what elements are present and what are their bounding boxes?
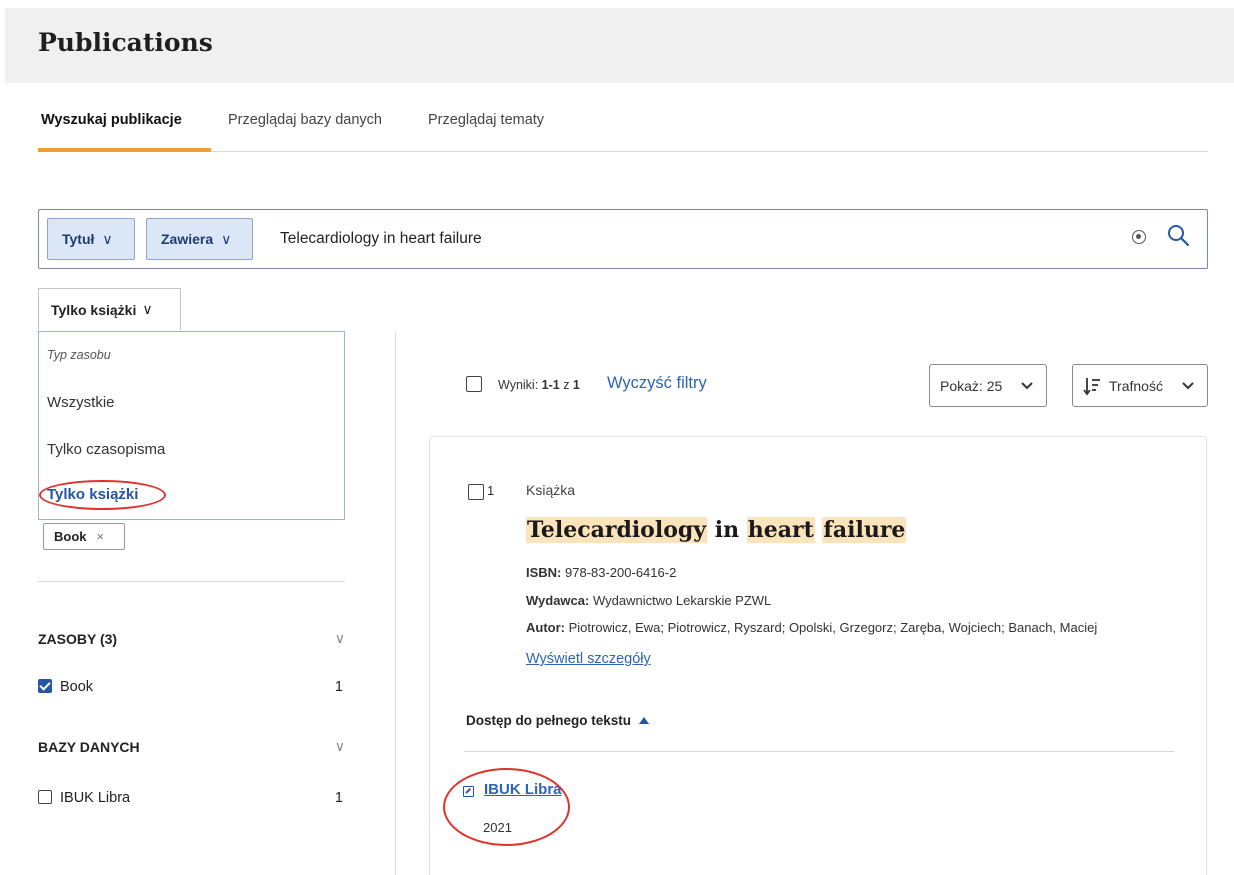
search-operator-label: Zawiera bbox=[161, 231, 214, 247]
page-size-select[interactable]: Pokaż: 25 bbox=[929, 364, 1047, 407]
clear-search-icon[interactable] bbox=[1132, 230, 1146, 244]
clear-filters-link[interactable]: Wyczyść filtry bbox=[607, 374, 707, 393]
search-icon[interactable] bbox=[1166, 223, 1190, 247]
tab-search-publications[interactable]: Wyszukaj publikacje bbox=[41, 112, 182, 128]
tab-browse-databases[interactable]: Przeglądaj bazy danych bbox=[228, 112, 382, 128]
facet-item-ibuk-libra[interactable]: IBUK Libra 1 bbox=[38, 790, 345, 806]
tab-bar: Wyszukaj publikacje Przeglądaj bazy dany… bbox=[38, 108, 1208, 152]
search-field-select[interactable]: Tytuł ∨ bbox=[47, 218, 135, 260]
facet-item-label: Book bbox=[60, 679, 94, 695]
option-journals-only[interactable]: Tylko czasopisma bbox=[47, 441, 165, 458]
search-operator-select[interactable]: Zawiera ∨ bbox=[146, 218, 253, 260]
divider bbox=[38, 581, 345, 582]
result-isbn: ISBN: 978-83-200-6416-2 bbox=[526, 565, 677, 580]
chevron-down-icon bbox=[1021, 382, 1033, 390]
dropdown-group-label: Typ zasobu bbox=[47, 348, 111, 362]
facet-resources-header[interactable]: ZASOBY (3) ∨ bbox=[38, 630, 345, 647]
active-filter-chip: Book × bbox=[43, 523, 125, 550]
caret-up-icon bbox=[639, 717, 650, 724]
result-authors: Autor: Piotrowicz, Ewa; Piotrowicz, Rysz… bbox=[526, 620, 1098, 635]
chevron-down-icon bbox=[1182, 382, 1194, 390]
facet-databases-header[interactable]: BAZY DANYCH ∨ bbox=[38, 738, 345, 755]
result-publisher: Wydawca: Wydawnictwo Lekarskie PZWL bbox=[526, 593, 772, 608]
title-text: in bbox=[707, 517, 747, 543]
title-highlight: failure bbox=[822, 517, 907, 543]
result-card: 1 Książka Telecardiology in heart failur… bbox=[429, 436, 1207, 875]
facet-item-count: 1 bbox=[334, 790, 343, 806]
divider bbox=[464, 751, 1174, 752]
sort-select[interactable]: Trafność bbox=[1072, 364, 1208, 407]
facet-item-count: 1 bbox=[334, 679, 343, 695]
option-all[interactable]: Wszystkie bbox=[47, 394, 115, 411]
chevron-down-icon: ∨ bbox=[102, 230, 113, 247]
chevron-down-icon: ∨ bbox=[221, 230, 232, 247]
column-divider bbox=[395, 331, 396, 875]
results-count: Wyniki: 1-1 z 1 bbox=[498, 378, 580, 392]
title-highlight: heart bbox=[746, 517, 815, 543]
sort-label: Trafność bbox=[1109, 377, 1163, 394]
result-type: Książka bbox=[526, 482, 576, 498]
view-details-link[interactable]: Wyświetl szczegóły bbox=[526, 651, 651, 667]
chevron-down-icon: ∨ bbox=[142, 301, 153, 317]
page-header: Publications bbox=[5, 8, 1234, 83]
resource-type-selected: Tylko książki bbox=[51, 301, 137, 318]
search-field-label: Tytuł bbox=[62, 231, 95, 247]
search-input[interactable]: Telecardiology in heart failure bbox=[280, 230, 482, 248]
page-size-label: Pokaż: 25 bbox=[940, 377, 1003, 394]
checkbox-unchecked[interactable] bbox=[38, 790, 52, 804]
title-highlight: Telecardiology bbox=[526, 517, 708, 543]
facet-item-book[interactable]: Book 1 bbox=[38, 679, 345, 695]
full-text-year: 2021 bbox=[483, 820, 512, 835]
result-title[interactable]: Telecardiology in heart failure bbox=[526, 517, 907, 543]
result-select-checkbox[interactable] bbox=[468, 484, 484, 500]
active-tab-indicator bbox=[38, 148, 211, 152]
full-text-access-toggle[interactable]: Dostęp do pełnego tekstu bbox=[466, 713, 650, 728]
tab-browse-subjects[interactable]: Przeglądaj tematy bbox=[428, 112, 544, 128]
chip-label: Book bbox=[54, 529, 87, 544]
search-bar: Tytuł ∨ Zawiera ∨ Telecardiology in hear… bbox=[38, 209, 1208, 269]
result-number: 1 bbox=[487, 483, 495, 498]
external-link-icon bbox=[463, 786, 474, 797]
option-books-only[interactable]: Tylko książki bbox=[47, 486, 138, 503]
facet-resources-title: ZASOBY (3) bbox=[38, 631, 118, 647]
select-all-checkbox[interactable] bbox=[466, 376, 482, 392]
resource-type-dropdown: Typ zasobu Wszystkie Tylko czasopisma Ty… bbox=[38, 331, 345, 520]
remove-chip-icon[interactable]: × bbox=[97, 529, 105, 544]
page-title: Publications bbox=[38, 28, 213, 57]
chevron-down-icon: ∨ bbox=[334, 738, 345, 754]
resource-type-select[interactable]: Tylko książki ∨ bbox=[38, 288, 181, 330]
full-text-link[interactable]: IBUK Libra bbox=[484, 781, 562, 798]
sort-icon bbox=[1083, 378, 1100, 396]
chevron-down-icon: ∨ bbox=[334, 630, 345, 646]
checkbox-checked[interactable] bbox=[38, 679, 52, 693]
facet-item-label: IBUK Libra bbox=[60, 790, 131, 806]
facet-databases-title: BAZY DANYCH bbox=[38, 739, 140, 755]
